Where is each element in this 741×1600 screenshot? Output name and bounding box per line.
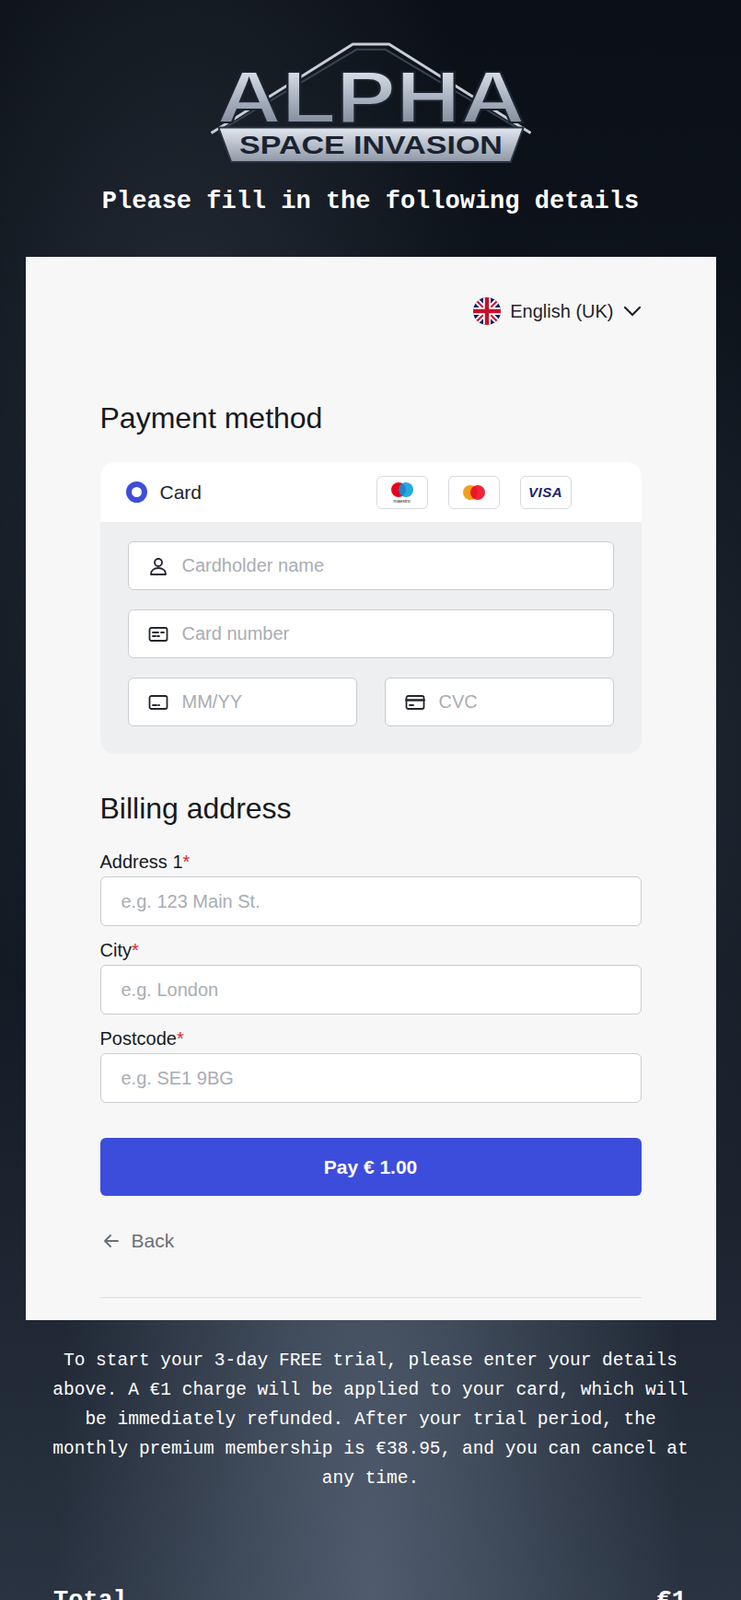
payment-method-box: Card maestro VISA	[100, 462, 642, 754]
maestro-icon	[389, 481, 416, 498]
billing-field[interactable]	[100, 964, 642, 1015]
billing-input[interactable]	[121, 1067, 621, 1089]
page-title: Please fill in the following details	[102, 185, 639, 218]
card-field[interactable]	[127, 609, 614, 659]
logo: ALPHASPACE INVASION	[196, 38, 546, 166]
arrow-left-icon	[102, 1231, 121, 1251]
field-label: Address 1*	[100, 850, 642, 873]
billing-heading: Billing address	[100, 789, 642, 827]
mastercard-icon	[461, 484, 487, 501]
card-brands: maestro VISA	[376, 475, 572, 510]
payment-heading: Payment method	[100, 399, 642, 437]
maestro-badge: maestro	[376, 475, 429, 510]
total-amount: €1	[657, 1585, 687, 1600]
brand-label: maestro	[393, 497, 410, 504]
visa-label: VISA	[528, 484, 563, 500]
required-mark: *	[176, 1028, 185, 1049]
required-mark: *	[131, 939, 139, 961]
language-label: English (UK)	[509, 301, 614, 323]
svg-text:SPACE INVASION: SPACE INVASION	[239, 130, 503, 160]
language-selector[interactable]: English (UK)	[473, 295, 641, 327]
payment-method-option[interactable]: Card maestro VISA	[100, 462, 642, 522]
field-label: Postcode*	[100, 1027, 642, 1050]
number-input[interactable]	[182, 623, 599, 645]
field-label: City*	[100, 938, 642, 961]
card-field[interactable]	[384, 677, 614, 727]
billing-input[interactable]	[121, 891, 621, 913]
back-button[interactable]: Back	[100, 1229, 642, 1252]
language-row: English (UK)	[100, 295, 642, 327]
checkout-card: English (UK) Payment method Card maestro VIS…	[25, 256, 717, 1320]
expiry-input[interactable]	[182, 691, 342, 713]
divider	[100, 1296, 642, 1298]
total-row: Total €1	[0, 1585, 741, 1600]
back-label: Back	[131, 1229, 175, 1252]
pay-button[interactable]: Pay € 1.00	[100, 1137, 642, 1196]
card-number-icon	[147, 623, 170, 646]
method-label: Card	[160, 481, 203, 504]
radio-button[interactable]	[126, 481, 148, 503]
visa-badge: VISA	[520, 475, 572, 510]
billing-input[interactable]	[121, 979, 621, 1001]
mastercard-badge	[448, 475, 500, 510]
required-mark: *	[183, 851, 191, 872]
billing-field[interactable]	[100, 876, 642, 927]
uk-flag-icon	[473, 297, 501, 325]
card-field[interactable]	[127, 541, 614, 591]
chevron-down-icon	[623, 304, 642, 318]
total-label: Total	[53, 1585, 128, 1600]
cvc-input[interactable]	[439, 691, 599, 713]
card-expiry-icon	[147, 691, 170, 714]
svg-text:ALPHA: ALPHA	[216, 57, 525, 139]
card-cvc-icon	[404, 691, 427, 714]
checkout-page: ALPHASPACE INVASION Please fill in the fo…	[0, 0, 741, 1600]
trial-notice: To start your 3-day FREE trial, please e…	[47, 1345, 695, 1494]
user-icon	[147, 555, 170, 578]
billing-field[interactable]	[100, 1053, 642, 1103]
card-field[interactable]	[127, 677, 358, 727]
card-fields	[100, 521, 642, 754]
name-input[interactable]	[182, 555, 599, 577]
